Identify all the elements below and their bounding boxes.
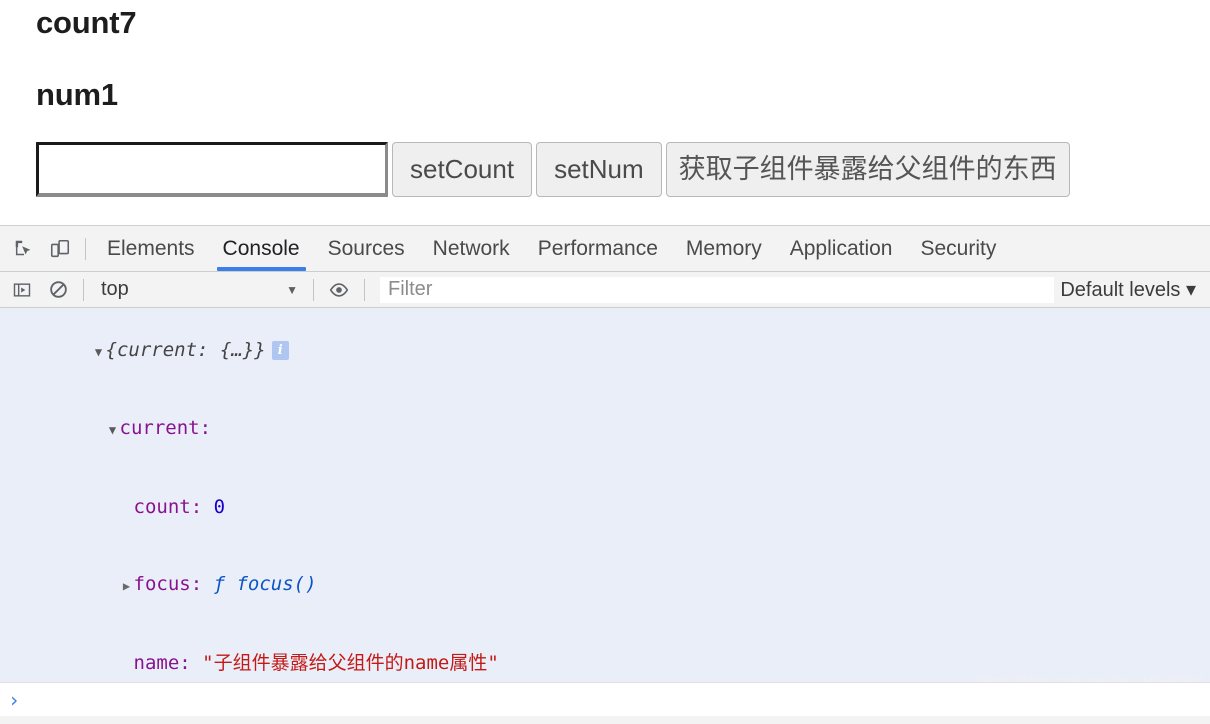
property-key: name: bbox=[133, 651, 191, 674]
text-input[interactable] bbox=[36, 142, 388, 197]
tab-elements[interactable]: Elements bbox=[93, 226, 209, 271]
property-key: focus: bbox=[133, 572, 203, 595]
console-messages-list[interactable]: ▼ {current: {…}} i ▼ current: count: 0 ▶ foc… bbox=[0, 308, 1210, 716]
chevron-down-icon: ▼ bbox=[286, 282, 298, 297]
console-filter-input[interactable] bbox=[380, 276, 1055, 303]
console-prompt-input[interactable] bbox=[26, 687, 1210, 712]
clear-console-icon[interactable] bbox=[40, 272, 76, 308]
collapse-triangle-icon[interactable]: ▶ bbox=[120, 574, 134, 600]
live-expression-eye-icon[interactable] bbox=[321, 272, 357, 308]
console-sidebar-icon[interactable] bbox=[4, 272, 40, 308]
log-property-focus[interactable]: ▶ focus: ƒ focus() bbox=[0, 546, 1210, 625]
set-count-button[interactable]: setCount bbox=[392, 142, 533, 197]
tab-sources[interactable]: Sources bbox=[314, 226, 419, 271]
devtools-tabbar: Elements Console Sources Network Perform… bbox=[0, 226, 1210, 272]
log-property-count: count: 0 bbox=[0, 470, 1210, 547]
devtools-panel: Elements Console Sources Network Perform… bbox=[0, 225, 1210, 724]
tab-memory[interactable]: Memory bbox=[672, 226, 776, 271]
console-toolbar-divider-2 bbox=[313, 278, 314, 301]
log-levels-select[interactable]: Default levels ▾ bbox=[1060, 277, 1210, 302]
console-log-entry[interactable]: ▼ {current: {…}} i ▼ current: count: 0 ▶ foc… bbox=[0, 308, 1210, 716]
expand-triangle-icon[interactable]: ▼ bbox=[92, 340, 106, 366]
execution-context-value: top bbox=[101, 278, 129, 300]
property-key: count: bbox=[133, 496, 203, 519]
tab-network[interactable]: Network bbox=[419, 226, 524, 271]
tab-application[interactable]: Application bbox=[776, 226, 907, 271]
execution-context-select[interactable]: top ▼ bbox=[91, 275, 306, 305]
count-display: count7 bbox=[36, 5, 137, 40]
device-toolbar-icon[interactable] bbox=[42, 231, 78, 267]
property-key: current: bbox=[119, 417, 212, 440]
object-preview: {current: {…}} bbox=[105, 338, 266, 361]
inspect-element-icon[interactable] bbox=[6, 231, 42, 267]
log-property-current[interactable]: ▼ current: bbox=[0, 391, 1210, 470]
info-icon: i bbox=[271, 340, 289, 360]
toolbar-divider bbox=[85, 237, 86, 260]
console-toolbar-divider-3 bbox=[364, 278, 365, 301]
tab-performance[interactable]: Performance bbox=[524, 226, 672, 271]
get-child-exposed-button[interactable]: 获取子组件暴露给父组件的东西 bbox=[665, 142, 1070, 197]
web-page-area: count7 num1 setCount setNum 获取子组件暴露给父组件的… bbox=[0, 0, 1210, 225]
console-toolbar-divider-1 bbox=[83, 278, 84, 301]
expand-triangle-icon[interactable]: ▼ bbox=[106, 418, 120, 444]
controls-row: setCount setNum 获取子组件暴露给父组件的东西 bbox=[36, 142, 1070, 197]
property-value: "子组件暴露给父组件的name属性" bbox=[202, 651, 499, 674]
tab-console[interactable]: Console bbox=[209, 226, 314, 271]
prompt-caret-icon: › bbox=[8, 687, 21, 712]
tab-security[interactable]: Security bbox=[906, 226, 1010, 271]
log-preview-line[interactable]: ▼ {current: {…}} i bbox=[0, 312, 1210, 391]
property-value: ƒ focus() bbox=[213, 572, 317, 595]
num-display: num1 bbox=[36, 77, 118, 112]
property-value: 0 bbox=[213, 496, 226, 519]
set-num-button[interactable]: setNum bbox=[536, 142, 662, 197]
console-toolbar: top ▼ Default levels ▾ bbox=[0, 272, 1210, 308]
console-prompt-row[interactable]: › bbox=[0, 682, 1210, 716]
